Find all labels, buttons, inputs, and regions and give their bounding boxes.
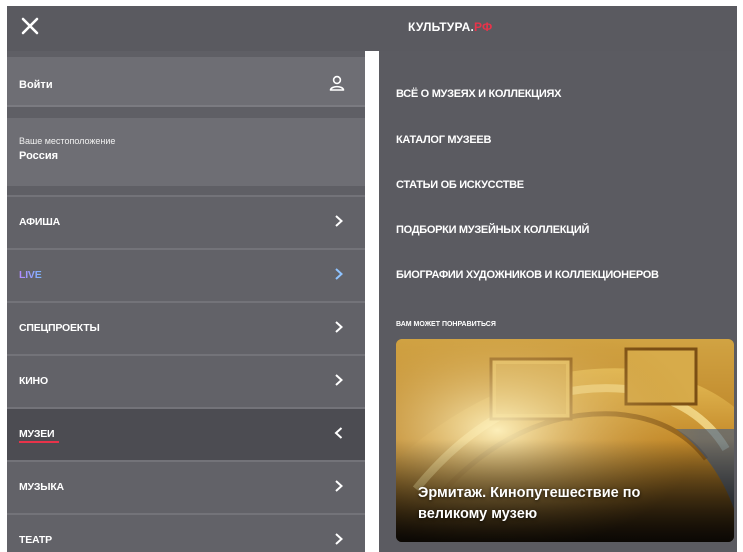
side-menu: Войти Ваше местоположение Россия АФИША L… xyxy=(7,51,365,552)
menu-item-label: ТЕАТР xyxy=(19,534,52,546)
panel-separator xyxy=(365,51,379,552)
chevron-right-icon xyxy=(335,215,343,227)
menu-item-live[interactable]: LIVE xyxy=(7,248,365,301)
recommendation-card[interactable]: Эрмитаж. Кинопутешествие по великому муз… xyxy=(396,339,734,542)
menu-item-label: МУЗЫКА xyxy=(19,481,64,493)
submenu-link-articles[interactable]: СТАТЬИ ОБ ИСКУССТВЕ xyxy=(396,179,524,191)
app-frame: КУЛЬТУРА.РФ Войти Ваше местоположение Ро… xyxy=(7,6,737,552)
menu-item-label: СПЕЦПРОЕКТЫ xyxy=(19,322,100,334)
chevron-right-icon xyxy=(335,533,343,545)
chevron-right-icon xyxy=(335,268,343,280)
menu-item-kino[interactable]: КИНО xyxy=(7,354,365,407)
chevron-left-icon xyxy=(334,427,343,439)
divider xyxy=(7,186,365,195)
submenu-link-catalog[interactable]: КАТАЛОГ МУЗЕЕВ xyxy=(396,134,491,146)
site-logo[interactable]: КУЛЬТУРА.РФ xyxy=(408,20,493,34)
login-label: Войти xyxy=(19,79,53,91)
logo-main-text: КУЛЬТУРА. xyxy=(408,20,475,34)
active-indicator xyxy=(19,441,59,443)
submenu-panel: ВСЁ О МУЗЕЯХ И КОЛЛЕКЦИЯХ КАТАЛОГ МУЗЕЕВ… xyxy=(379,51,737,552)
menu-item-label: АФИША xyxy=(19,216,60,228)
card-title: Эрмитаж. Кинопутешествие по великому муз… xyxy=(418,485,641,522)
close-icon xyxy=(21,17,39,35)
user-icon xyxy=(329,75,345,96)
chevron-right-icon xyxy=(335,321,343,333)
menu-item-muzyka[interactable]: МУЗЫКА xyxy=(7,460,365,513)
menu-item-label: КИНО xyxy=(19,375,48,387)
chevron-right-icon xyxy=(335,374,343,386)
chevron-right-icon xyxy=(335,480,343,492)
top-bar: КУЛЬТУРА.РФ xyxy=(7,6,737,51)
main-menu: АФИША LIVE СПЕЦПРОЕКТЫ КИНО МУЗЕИ МУЗЫКА… xyxy=(7,195,365,552)
menu-item-teatr[interactable]: ТЕАТР xyxy=(7,513,365,552)
login-button[interactable]: Войти xyxy=(7,57,365,107)
submenu-link-biographies[interactable]: БИОГРАФИИ ХУДОЖНИКОВ И КОЛЛЕКЦИОНЕРОВ xyxy=(396,269,659,281)
submenu-link-collections[interactable]: ПОДБОРКИ МУЗЕЙНЫХ КОЛЛЕКЦИЙ xyxy=(396,224,589,236)
menu-item-specprojects[interactable]: СПЕЦПРОЕКТЫ xyxy=(7,301,365,354)
submenu-link-all-museums[interactable]: ВСЁ О МУЗЕЯХ И КОЛЛЕКЦИЯХ xyxy=(396,88,561,100)
suggestions-caption: ВАМ МОЖЕТ ПОНРАВИТЬСЯ xyxy=(396,321,496,328)
menu-item-muzei[interactable]: МУЗЕИ xyxy=(7,407,365,460)
logo-accent-text: РФ xyxy=(474,20,493,34)
close-button[interactable] xyxy=(19,15,41,37)
menu-item-label: LIVE xyxy=(19,269,42,281)
divider xyxy=(7,107,365,118)
location-selector[interactable]: Ваше местоположение Россия xyxy=(7,118,365,186)
menu-item-afisha[interactable]: АФИША xyxy=(7,195,365,248)
location-value: Россия xyxy=(19,150,59,162)
location-caption: Ваше местоположение xyxy=(19,136,116,146)
menu-item-label: МУЗЕИ xyxy=(19,428,55,440)
